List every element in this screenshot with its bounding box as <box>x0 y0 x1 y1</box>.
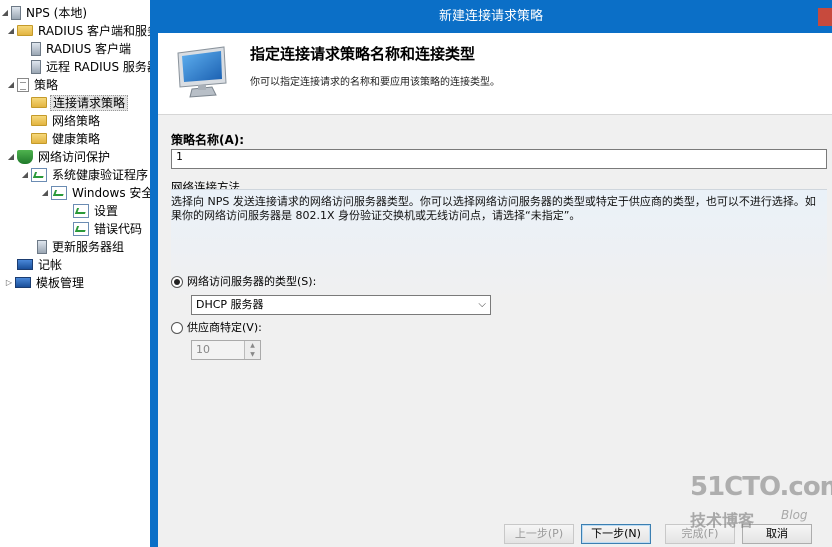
back-button[interactable]: 上一步(P) <box>504 524 574 544</box>
tree-item-nap[interactable]: ◢ 网络访问保护 <box>6 147 112 165</box>
watermark-logo: 51CTO.com <box>690 472 832 502</box>
chart-icon <box>73 203 89 218</box>
collapse-icon[interactable]: ◢ <box>0 4 10 22</box>
connection-method-group: 选择向 NPS 发送连接请求的网络访问服务器类型。你可以选择网络访问服务器的类型… <box>171 189 827 379</box>
tree-item-shv[interactable]: ◢ 系统健康验证程序 <box>20 165 150 183</box>
collapse-icon[interactable]: ◢ <box>6 148 16 166</box>
chart-icon <box>73 221 89 236</box>
mmc-tree-pane: ◢NPS (本地) ◢RADIUS 客户端和服务器 RADIUS 客户端 远程 … <box>0 0 150 547</box>
doc-icon <box>17 77 29 92</box>
tree-item-windows-shv[interactable]: ◢Windows 安全健康验证程序 <box>40 183 150 201</box>
folder-icon <box>17 25 33 36</box>
vendor-specific-stepper[interactable]: 10 ▲ ▼ <box>191 340 261 360</box>
tree-item-connection-request-policies[interactable]: 连接请求策略 <box>30 93 129 111</box>
chevron-down-icon[interactable]: ▼ <box>245 350 260 359</box>
collapse-icon[interactable]: ◢ <box>6 76 16 94</box>
connection-method-description: 选择向 NPS 发送连接请求的网络访问服务器类型。你可以选择网络访问服务器的类型… <box>171 195 816 222</box>
collapse-icon[interactable]: ◢ <box>20 166 30 184</box>
server-icon <box>11 5 21 20</box>
tree-item-accounting[interactable]: 记帐 <box>16 255 64 273</box>
shield-icon <box>17 149 33 164</box>
chevron-up-icon[interactable]: ▲ <box>245 341 260 350</box>
tree-item-radius-clients[interactable]: RADIUS 客户端 <box>30 39 133 57</box>
tree-item-policies[interactable]: ◢ 策略 <box>6 75 60 93</box>
chart-icon <box>31 167 47 182</box>
new-connection-request-policy-dialog: 新建连接请求策略 指定连接请求策略名称和连接类型 你可以指定连接请求的名称和要应… <box>150 0 832 547</box>
policy-name-label: 策略名称(A): <box>171 133 245 147</box>
nas-type-select[interactable]: DHCP 服务器 ⌵ <box>191 295 491 315</box>
chart-icon <box>51 185 67 200</box>
tree-item-remediation-groups[interactable]: 更新服务器组 <box>36 237 126 255</box>
tree-item-nps-local[interactable]: ◢ NPS (本地) <box>0 3 89 21</box>
header-title: 指定连接请求策略名称和连接类型 <box>250 45 476 63</box>
tree-item-templates[interactable]: ▷ 模板管理 <box>4 273 86 291</box>
dialog-title: 新建连接请求策略 <box>438 9 543 24</box>
tree-item-network-policies[interactable]: 网络策略 <box>30 111 102 129</box>
tree-item-radius-clients-servers[interactable]: ◢RADIUS 客户端和服务器 <box>6 21 150 39</box>
next-button[interactable]: 下一步(N) <box>581 524 651 544</box>
monitor-icon <box>17 259 33 270</box>
server-icon <box>31 59 41 74</box>
tree-item-error-codes[interactable]: 错误代码 <box>72 219 144 237</box>
server-icon <box>37 239 47 254</box>
radio-vendor-specific[interactable]: 供应商特定(V): <box>171 320 262 336</box>
radio-nas-type[interactable]: 网络访问服务器的类型(S): <box>171 274 316 290</box>
watermark-subtitle: 技术博客 <box>690 511 755 530</box>
tree-item-settings[interactable]: 设置 <box>72 201 120 219</box>
watermark-blog: Blog <box>781 508 808 522</box>
close-button[interactable] <box>818 8 832 26</box>
folder-icon <box>31 133 47 144</box>
policy-name-input[interactable]: 1 <box>171 149 827 169</box>
monitor-icon <box>15 277 31 288</box>
folder-icon <box>31 97 47 108</box>
monitor-icon <box>177 46 227 98</box>
collapse-icon[interactable]: ◢ <box>6 22 16 40</box>
collapse-icon[interactable]: ◢ <box>40 184 50 202</box>
chevron-down-icon[interactable]: ⌵ <box>478 296 486 314</box>
tree-item-health-policies[interactable]: 健康策略 <box>30 129 102 147</box>
server-icon <box>31 41 41 56</box>
folder-icon <box>31 115 47 126</box>
tree-item-remote-radius-groups[interactable]: 远程 RADIUS 服务器组 <box>30 57 150 75</box>
dialog-body: 指定连接请求策略名称和连接类型 你可以指定连接请求的名称和要应用该策略的连接类型… <box>158 33 832 547</box>
wizard-header: 指定连接请求策略名称和连接类型 你可以指定连接请求的名称和要应用该策略的连接类型… <box>158 33 832 115</box>
radio-unselected-icon[interactable] <box>171 322 183 334</box>
header-subtitle: 你可以指定连接请求的名称和要应用该策略的连接类型。 <box>250 77 500 88</box>
stepper-buttons[interactable]: ▲ ▼ <box>244 341 260 359</box>
radio-selected-icon[interactable] <box>171 276 183 288</box>
expand-icon[interactable]: ▷ <box>4 274 14 292</box>
